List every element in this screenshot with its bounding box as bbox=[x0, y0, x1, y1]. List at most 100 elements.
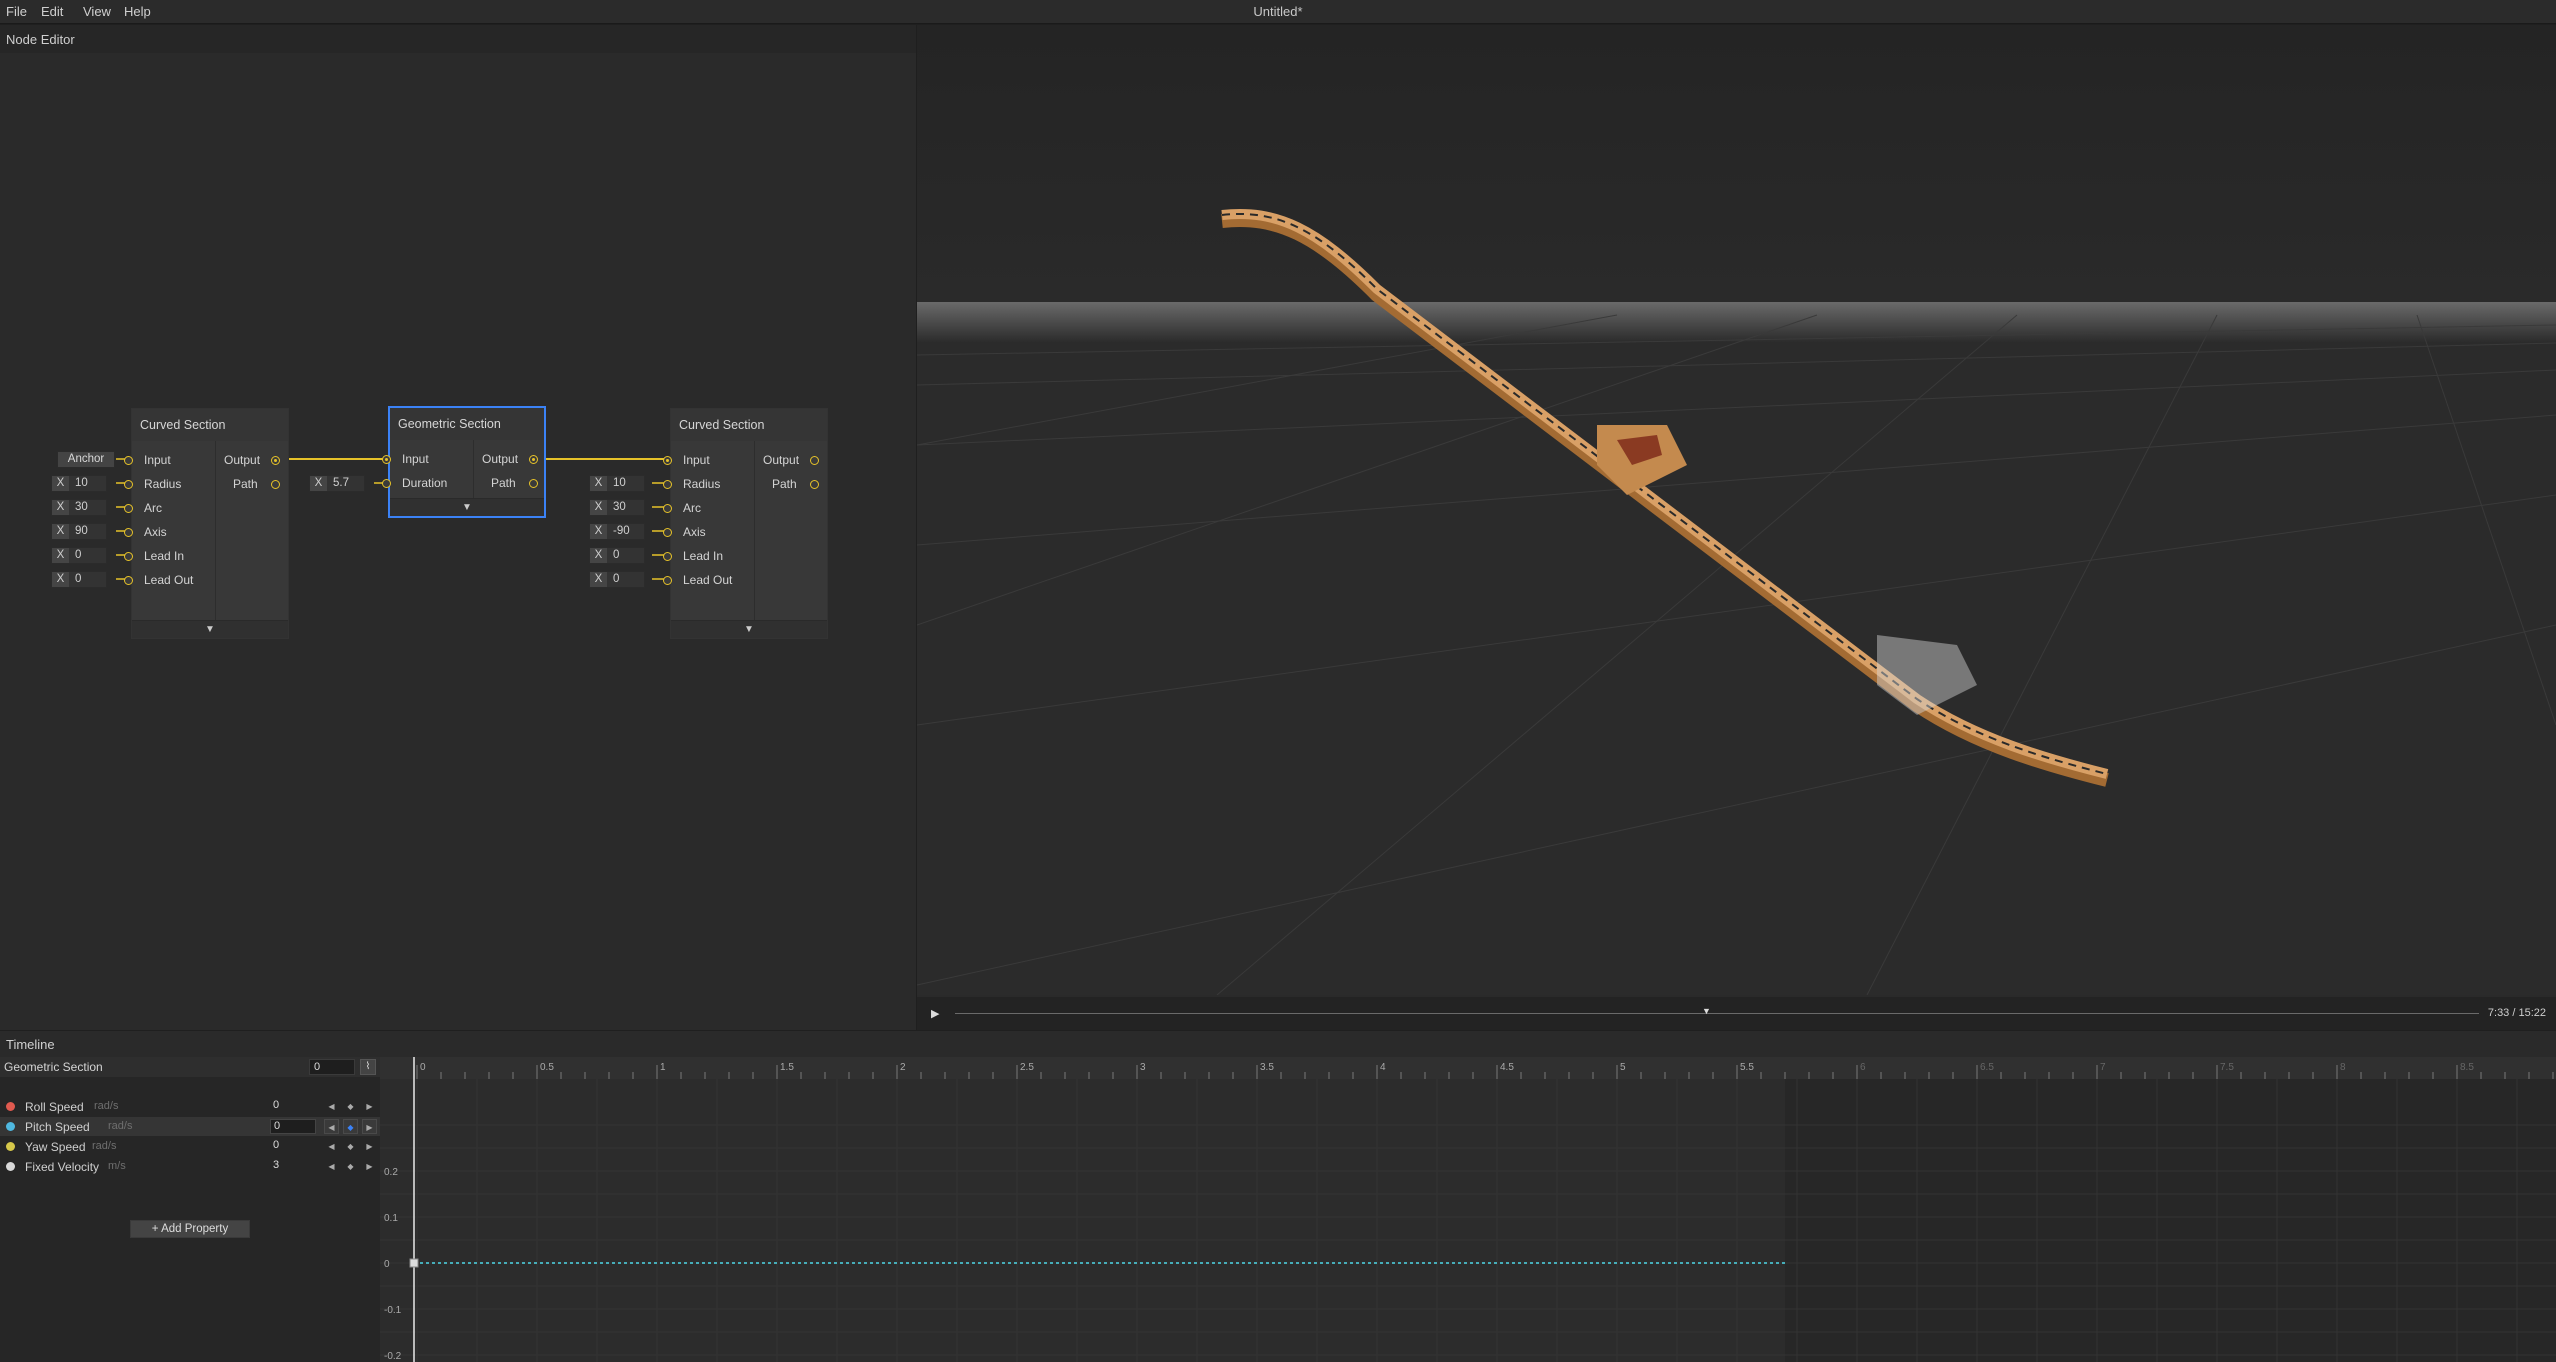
lead-in-field[interactable]: X0 bbox=[51, 547, 107, 564]
lead-out-field[interactable]: X0 bbox=[51, 571, 107, 588]
arc-field[interactable]: X 30 bbox=[51, 499, 107, 516]
add-property-button[interactable]: + Add Property bbox=[130, 1220, 250, 1238]
scrub-track[interactable] bbox=[955, 1013, 2479, 1014]
timeline-title: Timeline bbox=[6, 1037, 55, 1052]
ruler-label: 4 bbox=[1380, 1062, 1386, 1073]
y-axis-label: 0 bbox=[384, 1259, 390, 1270]
node-title: Curved Section bbox=[671, 409, 827, 441]
property-row[interactable]: Yaw Speed rad/s 0 ◀ ◆ ▶ bbox=[0, 1137, 380, 1156]
property-value-input[interactable]: 0 bbox=[270, 1119, 316, 1134]
property-name: Roll Speed bbox=[25, 1100, 84, 1114]
port-arc[interactable]: Arc bbox=[124, 501, 162, 515]
port-duration[interactable]: Duration bbox=[382, 476, 447, 490]
property-name: Fixed Velocity bbox=[25, 1160, 100, 1174]
curve-editor-button[interactable]: ⌇ bbox=[360, 1059, 376, 1075]
property-unit: rad/s bbox=[94, 1100, 119, 1112]
ruler-label: 5 bbox=[1620, 1062, 1626, 1073]
menu-view[interactable]: View bbox=[83, 4, 111, 19]
menu-file[interactable]: File bbox=[6, 4, 27, 19]
port-lead-in[interactable]: Lead In bbox=[663, 549, 723, 563]
arc-field[interactable]: X 30 bbox=[589, 499, 645, 516]
lead-out-field[interactable]: X0 bbox=[589, 571, 645, 588]
ruler-label: 8.5 bbox=[2460, 1062, 2474, 1073]
ruler-label: 5.5 bbox=[1740, 1062, 1754, 1073]
anchor-input[interactable]: Anchor bbox=[57, 451, 115, 468]
radius-field[interactable]: X 10 bbox=[589, 475, 645, 492]
add-keyframe-button[interactable]: ◆ bbox=[343, 1139, 358, 1154]
axis-field[interactable]: X 90 bbox=[51, 523, 107, 540]
port-lead-out[interactable]: Lead Out bbox=[124, 573, 193, 587]
port-input[interactable]: Input bbox=[663, 453, 710, 467]
ruler-label: 3 bbox=[1140, 1062, 1146, 1073]
node-expand-button[interactable]: ▼ bbox=[671, 620, 827, 638]
curve-graph[interactable]: 0 0.5 1 1.5 2 2.5 3 3.5 4 4.5 5 5.5 6 6.5 7 7.5 8 8.5 0.2 0… bbox=[380, 1057, 2556, 1362]
node-curved-section-1[interactable]: Curved Section Input Radius Arc Axis Lea… bbox=[124, 408, 289, 639]
next-keyframe-button[interactable]: ▶ bbox=[362, 1099, 377, 1114]
node-expand-button[interactable]: ▼ bbox=[390, 498, 544, 516]
port-axis[interactable]: Axis bbox=[124, 525, 167, 539]
port-input[interactable]: Input bbox=[124, 453, 171, 467]
ruler-label: 6 bbox=[1860, 1062, 1866, 1073]
property-value-input[interactable]: 0 bbox=[270, 1099, 316, 1114]
port-output[interactable]: Output bbox=[763, 453, 819, 467]
prev-keyframe-button[interactable]: ◀ bbox=[324, 1159, 339, 1174]
node-editor-panel[interactable]: Node Editor Curved Section Input Radius … bbox=[0, 25, 916, 1030]
port-output[interactable]: Output bbox=[482, 452, 538, 466]
play-button[interactable]: ▶ bbox=[931, 1007, 939, 1020]
axis-field[interactable]: X -90 bbox=[589, 523, 645, 540]
section-name: Geometric Section bbox=[4, 1060, 103, 1074]
add-keyframe-button[interactable]: ◆ bbox=[343, 1119, 358, 1134]
curve-editor[interactable]: 0 0.5 1 1.5 2 2.5 3 3.5 4 4.5 5 5.5 6 6.5 7 7.5 8 8.5 0.2 0… bbox=[380, 1057, 2556, 1362]
prev-keyframe-button[interactable]: ◀ bbox=[324, 1099, 339, 1114]
node-curved-section-2[interactable]: Curved Section Input Radius Arc Axis Lea… bbox=[663, 408, 828, 639]
port-path[interactable]: Path bbox=[491, 476, 538, 490]
node-title: Curved Section bbox=[132, 409, 288, 441]
viewport-scene[interactable] bbox=[917, 25, 2556, 995]
node-expand-button[interactable]: ▼ bbox=[132, 620, 288, 638]
duration-field[interactable]: X 5.7 bbox=[309, 475, 365, 492]
prev-keyframe-button[interactable]: ◀ bbox=[324, 1139, 339, 1154]
ruler-label: 0 bbox=[420, 1062, 426, 1073]
property-unit: rad/s bbox=[108, 1120, 133, 1132]
ruler-label: 7 bbox=[2100, 1062, 2106, 1073]
ruler-label: 1 bbox=[660, 1062, 666, 1073]
ruler-label: 8 bbox=[2340, 1062, 2346, 1073]
menu-help[interactable]: Help bbox=[124, 4, 151, 19]
port-path[interactable]: Path bbox=[772, 477, 819, 491]
lead-in-field[interactable]: X0 bbox=[589, 547, 645, 564]
next-keyframe-button[interactable]: ▶ bbox=[362, 1119, 377, 1134]
3d-viewport[interactable]: ▶ ▼ 7:33 / 15:22 bbox=[917, 25, 2556, 1030]
port-output[interactable]: Output bbox=[224, 453, 280, 467]
menu-edit[interactable]: Edit bbox=[41, 4, 63, 19]
window-title: Untitled* bbox=[1253, 4, 1303, 19]
scrub-handle[interactable]: ▼ bbox=[1702, 1006, 1711, 1016]
property-color-dot bbox=[6, 1102, 15, 1111]
property-value-input[interactable]: 0 bbox=[270, 1139, 316, 1154]
port-lead-out[interactable]: Lead Out bbox=[663, 573, 732, 587]
port-path[interactable]: Path bbox=[233, 477, 280, 491]
property-row[interactable]: Fixed Velocity m/s 3 ◀ ◆ ▶ bbox=[0, 1157, 380, 1176]
section-row: Geometric Section 0 ⌇ bbox=[0, 1057, 380, 1077]
port-radius[interactable]: Radius bbox=[124, 477, 181, 491]
port-arc[interactable]: Arc bbox=[663, 501, 701, 515]
property-row[interactable]: Pitch Speed rad/s 0 ◀ ◆ ▶ bbox=[0, 1117, 380, 1136]
property-name: Pitch Speed bbox=[25, 1120, 90, 1134]
keyframe-marker[interactable] bbox=[409, 1258, 419, 1268]
section-value-input[interactable]: 0 bbox=[309, 1059, 355, 1075]
y-axis-label: -0.1 bbox=[384, 1305, 402, 1316]
port-input[interactable]: Input bbox=[382, 452, 429, 466]
port-radius[interactable]: Radius bbox=[663, 477, 720, 491]
node-geometric-section[interactable]: Geometric Section Input Duration Output … bbox=[382, 406, 546, 518]
property-row[interactable]: Roll Speed rad/s 0 ◀ ◆ ▶ bbox=[0, 1097, 380, 1116]
add-keyframe-button[interactable]: ◆ bbox=[343, 1159, 358, 1174]
radius-field[interactable]: X 10 bbox=[51, 475, 107, 492]
property-value-input[interactable]: 3 bbox=[270, 1159, 316, 1174]
ruler-label: 2.5 bbox=[1020, 1062, 1034, 1073]
next-keyframe-button[interactable]: ▶ bbox=[362, 1139, 377, 1154]
add-keyframe-button[interactable]: ◆ bbox=[343, 1099, 358, 1114]
port-axis[interactable]: Axis bbox=[663, 525, 706, 539]
menu-bar: File Edit View Help Untitled* bbox=[0, 0, 2556, 24]
port-lead-in[interactable]: Lead In bbox=[124, 549, 184, 563]
next-keyframe-button[interactable]: ▶ bbox=[362, 1159, 377, 1174]
prev-keyframe-button[interactable]: ◀ bbox=[324, 1119, 339, 1134]
